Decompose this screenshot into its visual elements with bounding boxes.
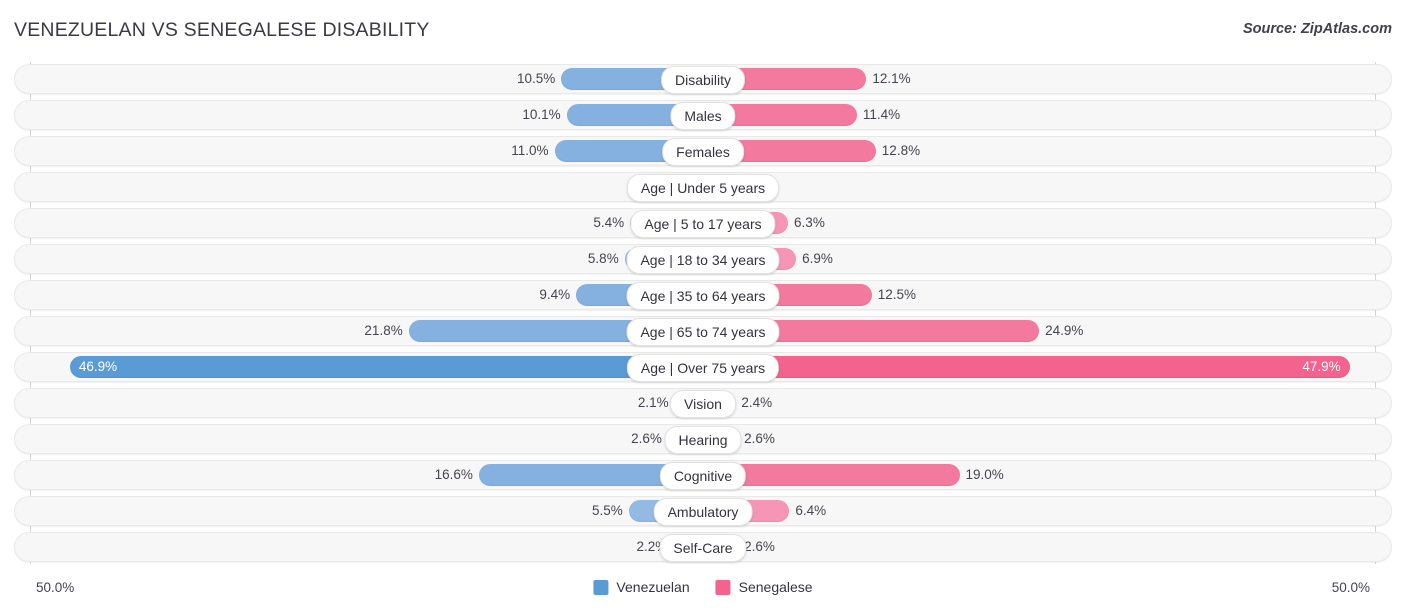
value-label-venezuelan: 16.6%: [435, 461, 479, 489]
chart-row[interactable]: 2.1%2.4%Vision: [14, 388, 1392, 418]
axis-label-right: 50.0%: [1332, 580, 1370, 595]
row-label-pill[interactable]: Ambulatory: [654, 498, 753, 526]
chart-row[interactable]: 5.4% 6.3% Age | 5 to 17 years: [14, 208, 1392, 238]
value-label-senegalese: 47.9%: [1302, 353, 1340, 381]
chart-row[interactable]: 2.6% 2.6%Hearing: [14, 424, 1392, 454]
bar-venezuelan: [70, 356, 703, 378]
bar-senegalese: [703, 356, 1350, 378]
row-label-pill[interactable]: Age | 65 to 74 years: [626, 318, 779, 346]
value-label-senegalese: 12.8%: [876, 137, 920, 165]
legend-label: Senegalese: [739, 579, 813, 595]
value-label-senegalese: 11.4%: [857, 101, 900, 129]
row-label-pill[interactable]: Vision: [670, 390, 736, 418]
chart-row[interactable]: 9.4% 12.5% Age | 35 to 64 years: [14, 280, 1392, 310]
value-label-senegalese: 6.4%: [789, 497, 826, 525]
value-label-senegalese: 19.0%: [960, 461, 1004, 489]
value-label-senegalese: 12.5%: [872, 281, 916, 309]
value-label-venezuelan: 46.9%: [79, 353, 117, 381]
chart-row[interactable]: 5.5% 6.4% Ambulatory: [14, 496, 1392, 526]
value-label-venezuelan: 10.5%: [517, 65, 561, 93]
chart-row[interactable]: 1.2%1.2%Age | Under 5 years: [14, 172, 1392, 202]
legend-item[interactable]: Venezuelan: [593, 579, 689, 595]
value-label-venezuelan: 5.8%: [588, 245, 625, 273]
value-label-venezuelan: 5.4%: [593, 209, 630, 237]
row-label-pill[interactable]: Males: [670, 102, 735, 130]
value-label-senegalese: 24.9%: [1039, 317, 1083, 345]
value-label-venezuelan: 11.0%: [511, 137, 554, 165]
axis-label-left: 50.0%: [36, 580, 74, 595]
value-label-senegalese: 6.9%: [796, 245, 833, 273]
source-attribution: Source: ZipAtlas.com: [1243, 21, 1392, 37]
row-label-pill[interactable]: Cognitive: [660, 462, 746, 490]
chart-row[interactable]: 21.8% 24.9% Age | 65 to 74 years: [14, 316, 1392, 346]
row-label-pill[interactable]: Age | 18 to 34 years: [626, 246, 779, 274]
row-label-pill[interactable]: Age | 5 to 17 years: [630, 210, 775, 238]
chart-row[interactable]: 5.8% 6.9% Age | 18 to 34 years: [14, 244, 1392, 274]
chart-row[interactable]: 11.0% 12.8% Females: [14, 136, 1392, 166]
chart-row[interactable]: 2.2%2.6%Self-Care: [14, 532, 1392, 562]
legend-label: Venezuelan: [616, 579, 689, 595]
value-label-senegalese: 12.1%: [866, 65, 910, 93]
value-label-senegalese: 2.4%: [735, 389, 772, 417]
chart-row[interactable]: 10.5% 12.1% Disability: [14, 64, 1392, 94]
page-title: VENEZUELAN VS SENEGALESE DISABILITY: [14, 19, 430, 42]
value-label-venezuelan: 2.6%: [631, 425, 668, 453]
value-label-venezuelan: 9.4%: [539, 281, 576, 309]
row-label-pill[interactable]: Self-Care: [659, 534, 746, 562]
legend-swatch-icon: [716, 580, 731, 595]
row-label-pill[interactable]: Age | Over 75 years: [627, 354, 779, 382]
chart-row[interactable]: 16.6% 19.0% Cognitive: [14, 460, 1392, 490]
legend-item[interactable]: Senegalese: [716, 579, 813, 595]
value-label-senegalese: 6.3%: [788, 209, 825, 237]
value-label-venezuelan: 5.5%: [592, 497, 629, 525]
value-label-venezuelan: 21.8%: [364, 317, 408, 345]
chart-row[interactable]: 46.9% 47.9% Age | Over 75 years: [14, 352, 1392, 382]
value-label-senegalese: 2.6%: [738, 425, 775, 453]
chart-legend: Venezuelan Senegalese: [593, 579, 812, 595]
row-label-pill[interactable]: Disability: [661, 66, 745, 94]
chart-footer: 50.0% Venezuelan Senegalese 50.0%: [0, 570, 1406, 612]
chart-header: VENEZUELAN VS SENEGALESE DISABILITY Sour…: [0, 0, 1406, 58]
diverging-bar-chart: 10.5% 12.1% Disability 10.1% 11.4% Males 11.0%…: [0, 58, 1406, 570]
row-label-pill[interactable]: Age | Under 5 years: [627, 174, 779, 202]
chart-row[interactable]: 10.1% 11.4% Males: [14, 100, 1392, 130]
row-label-pill[interactable]: Females: [662, 138, 744, 166]
legend-swatch-icon: [593, 580, 608, 595]
row-label-pill[interactable]: Age | 35 to 64 years: [626, 282, 779, 310]
chart-rows: 10.5% 12.1% Disability 10.1% 11.4% Males 11.0%…: [0, 58, 1406, 568]
value-label-venezuelan: 10.1%: [522, 101, 566, 129]
row-label-pill[interactable]: Hearing: [664, 426, 741, 454]
